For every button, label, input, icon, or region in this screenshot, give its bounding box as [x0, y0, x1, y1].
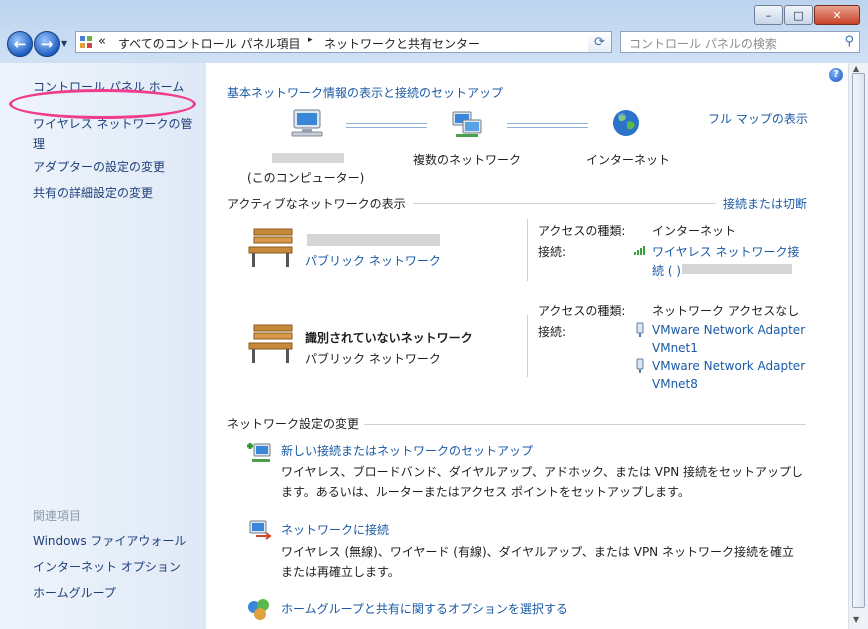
help-icon[interactable]: ? — [829, 68, 843, 82]
vmnet8-adapter-link[interactable]: VMware Network Adapter — [652, 359, 805, 373]
wireless-connection-link-cont[interactable]: 続 ( ) — [652, 262, 681, 279]
vmnet1-adapter-link[interactable]: VMware Network Adapter — [652, 323, 805, 337]
back-button[interactable]: ← — [7, 31, 33, 57]
search-input[interactable]: コントロール パネルの検索 ⚲ — [620, 31, 860, 53]
computer-icon — [291, 109, 323, 137]
scroll-up-arrow[interactable]: ▲ — [853, 64, 859, 73]
network-1-divider — [527, 219, 528, 281]
map-connection-line-2 — [507, 123, 588, 128]
active-networks-heading: アクティブなネットワークの表示 — [227, 197, 406, 211]
network-2-name: 識別されていないネットワーク — [305, 331, 473, 345]
vertical-scrollbar[interactable]: ▲ ▼ — [848, 63, 868, 629]
sidebar: コントロール パネル ホーム ワイヤレス ネットワークの管理 アダプターの設定の… — [0, 63, 206, 629]
setting-new-connection-desc-2: ます。あるいは、ルーターまたはアクセス ポイントをセットアップします。 — [281, 485, 690, 499]
internet-label: インターネット — [586, 153, 671, 167]
navigation-bar: ← → ▼ « すべてのコントロール パネル項目 ▸ ネットワークと共有センター… — [0, 28, 868, 60]
ethernet-adapter-icon — [636, 322, 644, 337]
minimize-button[interactable]: – — [754, 5, 783, 25]
bench-icon — [248, 228, 293, 267]
maximize-button[interactable]: □ — [784, 5, 813, 25]
network-2-access-value: ネットワーク アクセスなし — [652, 304, 800, 318]
setting-new-connection-link[interactable]: 新しい接続またはネットワークのセットアップ — [281, 442, 533, 459]
network-2-conn-label: 接続: — [538, 325, 567, 339]
network-2-access-label: アクセスの種類: — [538, 304, 626, 318]
address-bar[interactable]: « すべてのコントロール パネル項目 ▸ ネットワークと共有センター ▼ — [75, 31, 612, 53]
settings-heading: ネットワーク設定の変更 — [227, 417, 360, 431]
close-button[interactable]: ✕ — [814, 5, 860, 25]
bench-icon-2 — [248, 324, 293, 363]
search-placeholder: コントロール パネルの検索 — [629, 37, 777, 51]
homegroup-icon — [248, 599, 269, 620]
page-title[interactable]: 基本ネットワーク情報の表示と接続のセットアップ — [227, 84, 503, 101]
vmnet8-adapter-link-cont[interactable]: VMnet8 — [652, 377, 698, 391]
breadcrumb-network-center[interactable]: ネットワークと共有センター — [324, 35, 480, 52]
computer-label: (このコンピューター) — [247, 171, 365, 185]
refresh-button[interactable]: ⟳ — [588, 31, 612, 53]
sidebar-link-internet-options[interactable]: インターネット オプション — [33, 557, 181, 577]
network-name-redacted — [307, 234, 440, 246]
wireless-connection-link[interactable]: ワイヤレス ネットワーク接 — [652, 243, 799, 260]
settings-divider — [364, 424, 806, 425]
network-icon — [452, 111, 482, 137]
new-connection-icon — [247, 443, 271, 462]
network-1-type-link[interactable]: パブリック ネットワーク — [305, 252, 441, 269]
recent-pages-dropdown[interactable]: ▼ — [61, 39, 67, 48]
section-divider — [413, 203, 716, 204]
setting-connect-network-link[interactable]: ネットワークに接続 — [281, 521, 389, 538]
sidebar-link-wireless[interactable]: ワイヤレス ネットワークの管理 — [33, 114, 203, 154]
sidebar-link-firewall[interactable]: Windows ファイアウォール — [33, 531, 186, 551]
control-panel-icon — [80, 36, 92, 48]
multi-network-label: 複数のネットワーク — [413, 153, 522, 167]
vmnet1-adapter-link-cont[interactable]: VMnet1 — [652, 341, 698, 355]
scrollbar-thumb[interactable] — [852, 73, 865, 608]
sidebar-link-advanced-sharing[interactable]: 共有の詳細設定の変更 — [33, 183, 153, 203]
address-overflow-chevron[interactable]: « — [98, 34, 106, 49]
breadcrumb-all-items[interactable]: すべてのコントロール パネル項目 — [118, 35, 301, 52]
setting-new-connection-desc: ワイヤレス、ブロードバンド、ダイヤルアップ、アドホック、または VPN 接続をセ… — [281, 465, 804, 479]
scroll-down-arrow[interactable]: ▼ — [853, 615, 859, 624]
network-1-access-label: アクセスの種類: — [538, 224, 626, 238]
highlight-annotation — [9, 89, 196, 119]
ethernet-adapter-icon-2 — [636, 358, 644, 373]
network-1-conn-label: 接続: — [538, 245, 567, 259]
network-1-access-value: インターネット — [652, 224, 737, 238]
forward-button[interactable]: → — [34, 31, 60, 57]
caption-buttons: – □ ✕ — [753, 5, 860, 25]
see-also-heading: 関連項目 — [33, 509, 82, 523]
sidebar-link-homegroup[interactable]: ホームグループ — [33, 583, 116, 603]
map-connection-line — [346, 123, 427, 128]
globe-icon — [613, 110, 639, 136]
network-2-type: パブリック ネットワーク — [305, 352, 441, 366]
wifi-signal-icon — [634, 246, 645, 255]
network-2-divider — [527, 315, 528, 377]
connect-disconnect-link[interactable]: 接続または切断 — [723, 195, 807, 212]
full-map-link[interactable]: フル マップの表示 — [708, 110, 808, 127]
ssid-redacted — [682, 264, 792, 274]
breadcrumb-separator[interactable]: ▸ — [308, 35, 313, 45]
setting-connect-network-desc-2: または再確立します。 — [281, 565, 400, 579]
setting-connect-network-desc: ワイヤレス (無線)、ワイヤード (有線)、ダイヤルアップ、または VPN ネッ… — [281, 545, 794, 559]
search-icon[interactable]: ⚲ — [844, 34, 854, 49]
computer-name-redacted — [272, 153, 344, 163]
setting-homegroup-link[interactable]: ホームグループと共有に関するオプションを選択する — [281, 600, 568, 617]
sidebar-link-adapter-settings[interactable]: アダプターの設定の変更 — [33, 157, 165, 177]
connect-network-icon — [249, 520, 272, 540]
